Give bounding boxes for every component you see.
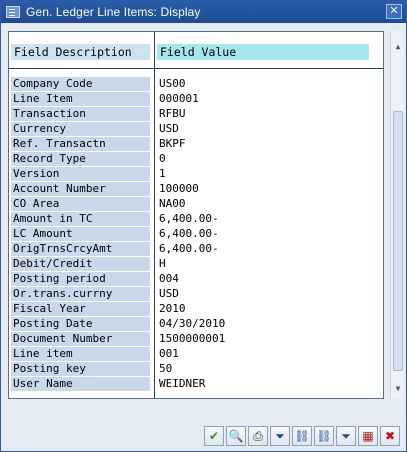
title-bar: Gen. Ledger Line Items: Display ✕ — [1, 1, 406, 23]
field-value[interactable]: 1 — [159, 167, 359, 181]
grid-icon: ▦ — [362, 429, 374, 443]
window-menu-icon[interactable] — [6, 6, 20, 18]
scroll-down-icon[interactable]: ▼ — [393, 383, 403, 395]
print-button[interactable]: ⎙ — [248, 426, 268, 446]
field-value[interactable]: NA00 — [159, 197, 359, 211]
field-description: Record Type — [11, 152, 150, 166]
grid-button[interactable]: ▦ — [358, 426, 378, 446]
field-description: CO Area — [11, 197, 150, 211]
print-icon: ⎙ — [253, 428, 263, 443]
table-row: Or.trans.currny USD — [9, 287, 383, 302]
table-row: LC Amount 6,400.00- — [9, 227, 383, 242]
field-description: Version — [11, 167, 150, 181]
table-row: Debit/Credit H — [9, 257, 383, 272]
field-description: Line Item — [11, 92, 150, 106]
field-value[interactable]: BKPF — [159, 137, 359, 151]
field-value[interactable]: 50 — [159, 362, 359, 376]
table-row: OrigTrnsCrcyAmt 6,400.00- — [9, 242, 383, 257]
header-divider — [9, 68, 383, 69]
dialog-window: Gen. Ledger Line Items: Display ✕ Field … — [0, 0, 407, 452]
field-value[interactable]: 001 — [159, 347, 359, 361]
column-header-value[interactable]: Field Value — [157, 44, 369, 60]
field-value[interactable]: 6,400.00- — [159, 242, 359, 256]
table-row: CO Area NA00 — [9, 197, 383, 212]
find-next-button[interactable]: ⛓ — [314, 426, 334, 446]
line-item-table: Field Description Field Value Company Co… — [8, 31, 384, 399]
cancel-icon: ✖ — [384, 429, 396, 443]
scroll-thumb[interactable] — [393, 111, 403, 371]
table-row: Fiscal Year 2010 — [9, 302, 383, 317]
field-description: Ref. Transactn — [11, 137, 150, 151]
table-row: Record Type 0 — [9, 152, 383, 167]
field-description: Debit/Credit — [11, 257, 150, 271]
field-value[interactable]: USD — [159, 122, 359, 136]
table-row: Posting key 50 — [9, 362, 383, 377]
check-icon: ✔ — [208, 429, 220, 443]
field-description: Posting key — [11, 362, 150, 376]
table-row: Version 1 — [9, 167, 383, 182]
table-row: Ref. Transactn BKPF — [9, 137, 383, 152]
details-button[interactable]: 🔍 — [226, 426, 246, 446]
field-value[interactable]: H — [159, 257, 359, 271]
cancel-button[interactable]: ✖ — [380, 426, 400, 446]
field-description: Currency — [11, 122, 150, 136]
table-row: Company Code US00 — [9, 77, 383, 92]
find-button[interactable]: ⛓ — [292, 426, 312, 446]
table-row: Document Number 1500000001 — [9, 332, 383, 347]
details-icon: 🔍 — [228, 429, 244, 443]
field-description: Or.trans.currny — [11, 287, 150, 301]
toolbar: ✔ 🔍 ⎙ ⏷ ⛓ ⛓ ⏷ ▦ ✖ — [204, 426, 400, 446]
table-row: Transaction RFBU — [9, 107, 383, 122]
find-next-icon: ⛓ — [316, 429, 332, 443]
field-description: LC Amount — [11, 227, 150, 241]
table-body: Company Code US00 Line Item 000001 Transacti… — [9, 77, 383, 392]
field-value[interactable]: 04/30/2010 — [159, 317, 359, 331]
field-value[interactable]: RFBU — [159, 107, 359, 121]
field-value[interactable]: 6,400.00- — [159, 227, 359, 241]
field-description: Posting Date — [11, 317, 150, 331]
field-description: OrigTrnsCrcyAmt — [11, 242, 150, 256]
field-description: Fiscal Year — [11, 302, 150, 316]
sort-button[interactable]: ⏷ — [270, 426, 290, 446]
field-description: User Name — [11, 377, 150, 391]
table-row: Account Number 100000 — [9, 182, 383, 197]
filter-button[interactable]: ⏷ — [336, 426, 356, 446]
field-description: Account Number — [11, 182, 150, 196]
field-description: Company Code — [11, 77, 150, 91]
scroll-up-icon[interactable]: ▲ — [393, 41, 403, 53]
field-value[interactable]: 1500000001 — [159, 332, 359, 346]
vertical-scrollbar[interactable]: ▲ ▼ — [390, 31, 404, 399]
table-row: Currency USD — [9, 122, 383, 137]
table-row: Amount in TC 6,400.00- — [9, 212, 383, 227]
field-value[interactable]: 0 — [159, 152, 359, 166]
field-value[interactable]: WEIDNER — [159, 377, 359, 391]
find-icon: ⛓ — [294, 429, 310, 443]
field-description: Transaction — [11, 107, 150, 121]
table-row: Posting Date 04/30/2010 — [9, 317, 383, 332]
field-value[interactable]: USD — [159, 287, 359, 301]
table-row: Posting period 004 — [9, 272, 383, 287]
table-row: Line Item 000001 — [9, 92, 383, 107]
table-row: User Name WEIDNER — [9, 377, 383, 392]
table-row: Line item 001 — [9, 347, 383, 362]
field-value[interactable]: 100000 — [159, 182, 359, 196]
window-title: Gen. Ledger Line Items: Display — [26, 5, 201, 19]
field-description: Document Number — [11, 332, 150, 346]
column-header-description[interactable]: Field Description — [11, 44, 150, 60]
field-value[interactable]: 2010 — [159, 302, 359, 316]
field-value[interactable]: 004 — [159, 272, 359, 286]
sort-icon: ⏷ — [275, 428, 285, 443]
close-button[interactable]: ✕ — [386, 4, 402, 19]
field-value[interactable]: 000001 — [159, 92, 359, 106]
field-value[interactable]: US00 — [159, 77, 359, 91]
field-value[interactable]: 6,400.00- — [159, 212, 359, 226]
field-description: Line item — [11, 347, 150, 361]
check-button[interactable]: ✔ — [204, 426, 224, 446]
field-description: Amount in TC — [11, 212, 150, 226]
filter-icon: ⏷ — [341, 428, 351, 443]
field-description: Posting period — [11, 272, 150, 286]
